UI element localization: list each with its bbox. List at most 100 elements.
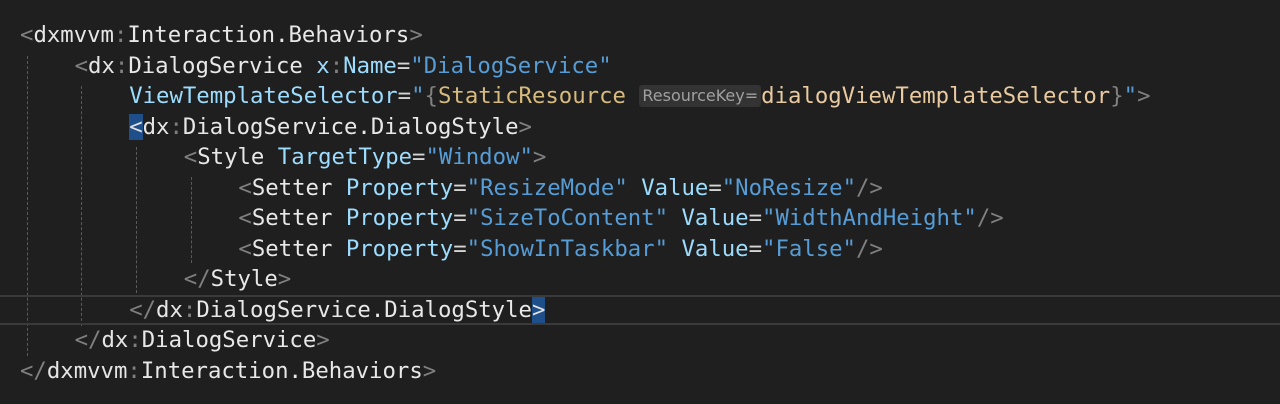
code-token: dx [142, 113, 170, 140]
code-line-text: <Setter Property="SizeToContent" Value="… [238, 203, 1003, 234]
code-token: > [422, 357, 437, 384]
code-token: DialogService [141, 327, 317, 353]
code-token: < [238, 205, 252, 231]
code-line[interactable]: <dxmvvm:Interaction.Behaviors> [0, 20, 1280, 51]
code-line-text: </dxmvvm:Interaction.Behaviors> [20, 356, 436, 387]
code-line[interactable]: </Style> [0, 264, 1280, 295]
code-token: Value [641, 174, 709, 201]
code-token: dx [156, 296, 183, 323]
code-token: = [748, 235, 763, 262]
code-token: : [169, 113, 183, 140]
code-token: = [412, 144, 426, 170]
code-token: "False" [762, 235, 856, 262]
code-editor[interactable]: <dxmvvm:Interaction.Behaviors> <dx:Dialog… [0, 0, 1280, 404]
code-line[interactable]: <dx:DialogService.DialogStyle> [0, 112, 1280, 143]
code-token: x [316, 52, 330, 79]
code-line[interactable]: <Setter Property="ShowInTaskbar" Value="… [0, 234, 1280, 265]
code-token: > [316, 327, 330, 353]
bracket-match-highlight: > [531, 296, 546, 323]
code-token: < [20, 22, 34, 48]
code-token: Value [681, 205, 749, 231]
code-line-text: <Setter Property="ShowInTaskbar" Value="… [238, 234, 882, 265]
code-token: : [329, 52, 344, 79]
code-token: Style [197, 144, 265, 170]
code-line-text: <Setter Property="ResizeMode" Value="NoR… [238, 173, 882, 204]
code-line-text: <dxmvvm:Interaction.Behaviors> [20, 20, 423, 51]
code-token: /> [976, 205, 1004, 231]
code-line[interactable]: ViewTemplateSelector="{StaticResource Re… [0, 81, 1280, 112]
code-line-text: ViewTemplateSelector="{StaticResource Re… [129, 81, 1150, 112]
code-token: = [453, 205, 467, 231]
code-token: DialogService [128, 52, 303, 79]
code-token: < [183, 144, 198, 170]
code-token: : [182, 296, 197, 323]
code-token: : [128, 327, 142, 353]
bracket-match-highlight: < [129, 113, 143, 140]
code-token: } [1110, 83, 1124, 109]
code-line-text: </dx:DialogService.DialogStyle> [129, 296, 546, 324]
code-token: > [409, 22, 423, 48]
code-token: "WidthAndHeight" [762, 205, 977, 231]
code-token: Setter [251, 205, 333, 231]
code-token: dxmvvm [46, 357, 128, 384]
code-line[interactable]: <Style TargetType="Window"> [0, 142, 1280, 173]
code-token: Property [345, 174, 454, 201]
code-token: Name [343, 52, 397, 79]
code-token: > [532, 144, 547, 170]
inlay-hint: ResourceKey= [639, 85, 762, 107]
code-token: Setter [251, 174, 333, 201]
code-line-text: <Style TargetType="Window"> [184, 142, 547, 173]
code-token: "DialogService" [410, 52, 612, 79]
code-token: Interaction.Behaviors [127, 22, 410, 48]
code-token: > [277, 266, 292, 292]
code-token: "SizeToContent" [466, 205, 669, 231]
code-token: = [453, 174, 467, 201]
code-line-text: </Style> [184, 264, 291, 295]
code-token: " [1123, 83, 1138, 109]
code-token: dx [101, 327, 129, 353]
code-token: ViewTemplateSelector [129, 83, 398, 109]
code-line[interactable]: <Setter Property="ResizeMode" Value="NoR… [0, 173, 1280, 204]
code-token: dialogViewTemplateSelector [761, 83, 1111, 109]
code-token: Setter [251, 235, 333, 262]
code-token: </ [74, 327, 102, 353]
code-line[interactable]: <dx:DialogService x:Name="DialogService" [0, 51, 1280, 82]
code-token: DialogService.DialogStyle [182, 113, 519, 140]
code-token: Property [345, 235, 454, 262]
code-line-text: <dx:DialogService.DialogStyle> [129, 112, 532, 143]
code-token: Property [345, 205, 454, 231]
code-line[interactable]: </dxmvvm:Interaction.Behaviors> [0, 356, 1280, 387]
code-token: </ [129, 296, 157, 323]
code-token: { [424, 83, 438, 109]
code-token: < [238, 174, 252, 201]
code-token: < [238, 235, 252, 262]
code-token: = [453, 235, 467, 262]
code-token: = [748, 205, 763, 231]
code-line-text: <dx:DialogService x:Name="DialogService" [75, 51, 612, 82]
code-token: > [518, 113, 532, 140]
code-token: DialogService.DialogStyle [196, 296, 532, 323]
code-token: Interaction.Behaviors [140, 357, 423, 384]
code-token: = [397, 83, 412, 109]
code-line[interactable]: </dx:DialogService> [0, 325, 1280, 356]
code-token: < [74, 52, 89, 79]
code-token: > [1137, 83, 1151, 109]
code-token: " [411, 83, 425, 109]
code-token: </ [183, 266, 211, 292]
code-token: : [127, 357, 141, 384]
code-token: "ShowInTaskbar" [466, 235, 669, 262]
code-token: dxmvvm [33, 22, 114, 48]
code-token: : [114, 52, 129, 79]
code-token: "NoResize" [721, 174, 856, 201]
code-line[interactable]: </dx:DialogService.DialogStyle> [0, 294, 1280, 325]
code-token: "Window" [425, 144, 533, 170]
code-line[interactable]: <Setter Property="SizeToContent" Value="… [0, 203, 1280, 234]
